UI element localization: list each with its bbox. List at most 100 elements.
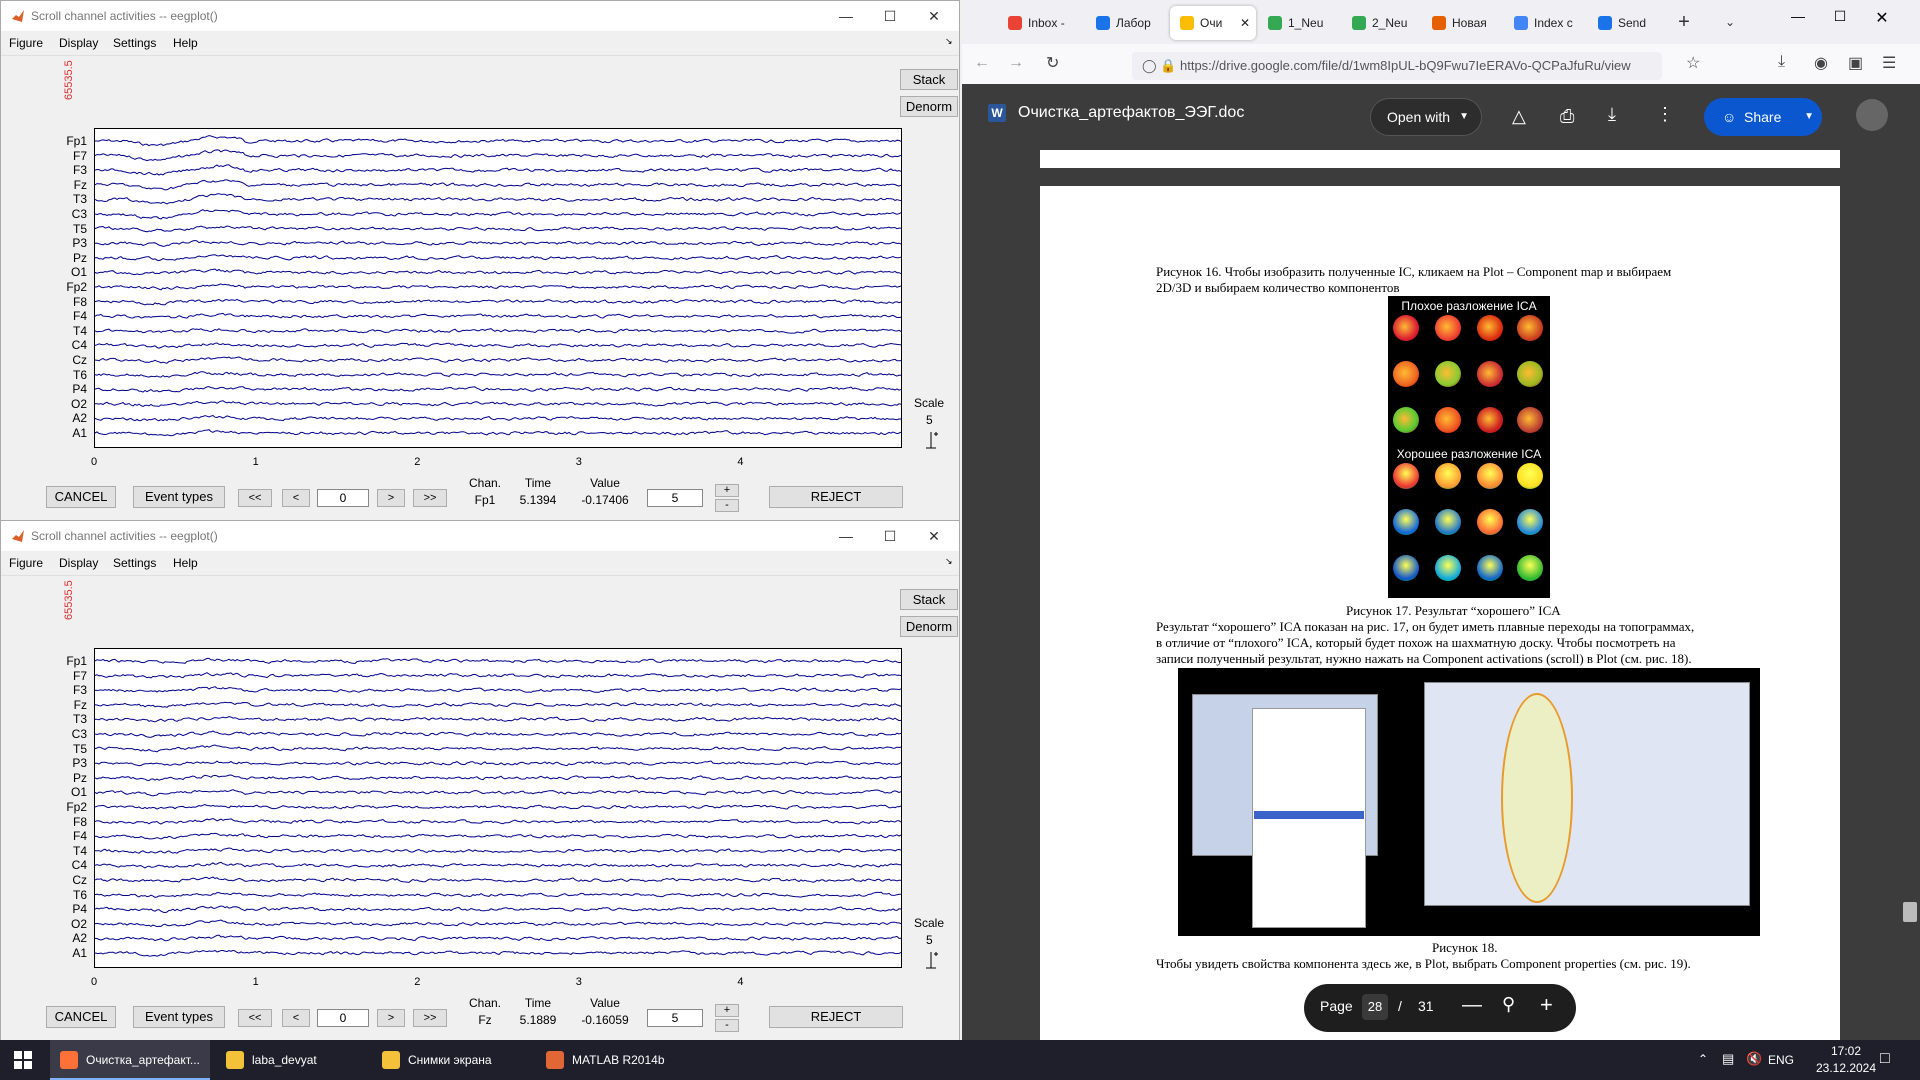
url-bar[interactable]: ◯ 🔒 https://drive.google.com/file/d/1wm8… [1132, 52, 1662, 80]
page-current-input[interactable]: 28 [1362, 994, 1388, 1020]
browser-tab[interactable]: Новая [1422, 6, 1502, 40]
bookmark-star-icon[interactable]: ☆ [1686, 53, 1700, 73]
fig17-caption: Рисунок 17. Результат “хорошего” ICA [1346, 603, 1561, 618]
spacing-input[interactable]: 5 [647, 1009, 703, 1027]
spacing-plus-button[interactable]: + [715, 1004, 739, 1017]
value-value: -0.16059 [581, 1013, 629, 1027]
network-icon[interactable]: ▤ [1722, 1051, 1734, 1067]
event-types-button[interactable]: Event types [133, 1006, 225, 1028]
browser-tab[interactable]: Лабор [1086, 6, 1168, 40]
scroll-first-button[interactable]: << [238, 489, 272, 507]
tray-chevron-icon[interactable]: ⌃ [1698, 1052, 1708, 1066]
print-icon[interactable]: ⎙ [1560, 106, 1574, 127]
more-options-icon[interactable]: ⋮ [1656, 104, 1674, 125]
close-icon[interactable]: ✕ [911, 521, 957, 551]
menu-settings[interactable]: Settings [113, 556, 156, 570]
spacing-input[interactable]: 5 [647, 489, 703, 507]
cancel-button[interactable]: CANCEL [46, 1006, 116, 1028]
x-tick-label: 3 [575, 976, 582, 988]
browser-tab[interactable]: 1_Neu [1258, 6, 1340, 40]
forward-arrow-icon[interactable]: → [1008, 54, 1024, 72]
account-icon[interactable]: ◉ [1814, 53, 1828, 73]
channel-label: Cz [72, 353, 87, 367]
channel-label: T5 [72, 741, 87, 756]
minimize-icon[interactable]: — [823, 521, 869, 551]
taskbar-app[interactable]: laba_devyat [216, 1040, 366, 1080]
minimize-icon[interactable]: — [823, 1, 869, 31]
zoom-in-icon[interactable]: + [1540, 992, 1553, 1018]
minimize-icon[interactable]: — [1778, 8, 1818, 36]
cancel-button[interactable]: CANCEL [46, 486, 116, 508]
tab-label: Очи [1200, 16, 1223, 30]
menu-figure[interactable]: Figure [9, 556, 43, 570]
fig18-caption: Рисунок 18. [1432, 940, 1498, 955]
downloads-icon[interactable]: ⤓ [1778, 53, 1785, 71]
menu-settings[interactable]: Settings [113, 36, 156, 50]
dock-arrow-icon[interactable]: ↘ [945, 556, 953, 567]
denorm-button[interactable]: Denorm [900, 616, 958, 637]
windows-start-icon[interactable] [14, 1051, 32, 1069]
extensions-icon[interactable]: ▣ [1848, 53, 1863, 73]
open-with-button[interactable]: Open with ▼ [1370, 98, 1482, 136]
browser-tab[interactable]: Send [1588, 6, 1656, 40]
menu-help[interactable]: Help [173, 36, 198, 50]
scroll-last-button[interactable]: >> [413, 1009, 447, 1027]
spacing-minus-button[interactable]: - [715, 1019, 739, 1032]
position-input[interactable]: 0 [317, 489, 369, 507]
browser-tab[interactable]: Index c [1504, 6, 1586, 40]
clock-time[interactable]: 17:02 [1818, 1044, 1874, 1058]
close-icon[interactable]: ✕ [911, 1, 957, 31]
denorm-button[interactable]: Denorm [900, 96, 958, 117]
scale-bar-icon [923, 951, 939, 969]
taskbar-app[interactable]: Снимки экрана [372, 1040, 530, 1080]
share-dropdown-icon[interactable]: ▼ [1804, 98, 1814, 136]
scroll-prev-button[interactable]: < [282, 489, 310, 507]
menu-help[interactable]: Help [173, 556, 198, 570]
spacing-plus-button[interactable]: + [715, 484, 739, 497]
maximize-icon[interactable]: ☐ [867, 521, 913, 551]
position-input[interactable]: 0 [317, 1009, 369, 1027]
browser-tab[interactable]: Очи ✕ [1170, 6, 1256, 40]
eeg-axes[interactable] [94, 128, 902, 448]
input-language[interactable]: ENG [1768, 1053, 1794, 1067]
notifications-icon[interactable]: □ [1880, 1050, 1890, 1068]
close-icon[interactable]: ✕ [1862, 8, 1902, 36]
scroll-next-button[interactable]: > [377, 1009, 405, 1027]
browser-tab[interactable]: 2_Neu [1342, 6, 1420, 40]
channel-label: P4 [72, 902, 87, 917]
taskbar-app[interactable]: MATLAB R2014b [536, 1040, 672, 1080]
reject-button[interactable]: REJECT [769, 486, 903, 508]
browser-tab[interactable]: Inbox - [998, 6, 1084, 40]
reject-button[interactable]: REJECT [769, 1006, 903, 1028]
avatar[interactable] [1856, 99, 1888, 131]
dock-arrow-icon[interactable]: ↘ [945, 36, 953, 47]
zoom-magnifier-icon[interactable]: ⚲ [1502, 994, 1515, 1015]
scale-bar-icon [923, 431, 939, 449]
back-arrow-icon[interactable]: ← [974, 54, 990, 72]
menu-icon[interactable]: ☰ [1882, 53, 1896, 73]
stack-button[interactable]: Stack [900, 69, 958, 90]
menu-figure[interactable]: Figure [9, 36, 43, 50]
maximize-icon[interactable]: ☐ [1820, 8, 1860, 36]
scroll-first-button[interactable]: << [238, 1009, 272, 1027]
zoom-out-icon[interactable]: — [1462, 994, 1482, 1017]
new-tab-button[interactable]: + [1672, 10, 1696, 34]
download-icon[interactable]: ⤓ [1608, 104, 1616, 125]
stack-button[interactable]: Stack [900, 589, 958, 610]
tab-list-chevron-icon[interactable]: ⌄ [1718, 10, 1742, 34]
scroll-prev-button[interactable]: < [282, 1009, 310, 1027]
scroll-next-button[interactable]: > [377, 489, 405, 507]
clock-date[interactable]: 23.12.2024 [1812, 1061, 1880, 1075]
share-button[interactable]: ☺ Share ▼ [1704, 98, 1822, 136]
event-types-button[interactable]: Event types [133, 486, 225, 508]
spacing-minus-button[interactable]: - [715, 499, 739, 512]
taskbar-app[interactable]: Очистка_артефакт... [50, 1040, 210, 1080]
volume-muted-icon[interactable]: 🔇 [1746, 1051, 1762, 1067]
tab-close-icon[interactable]: ✕ [1240, 6, 1250, 40]
eeg-axes[interactable] [94, 648, 902, 968]
scroll-last-button[interactable]: >> [413, 489, 447, 507]
reload-icon[interactable]: ↻ [1046, 53, 1059, 73]
viewer-scrollbar-thumb[interactable] [1903, 902, 1917, 922]
maximize-icon[interactable]: ☐ [867, 1, 913, 31]
add-to-drive-icon[interactable]: △ [1512, 106, 1526, 127]
